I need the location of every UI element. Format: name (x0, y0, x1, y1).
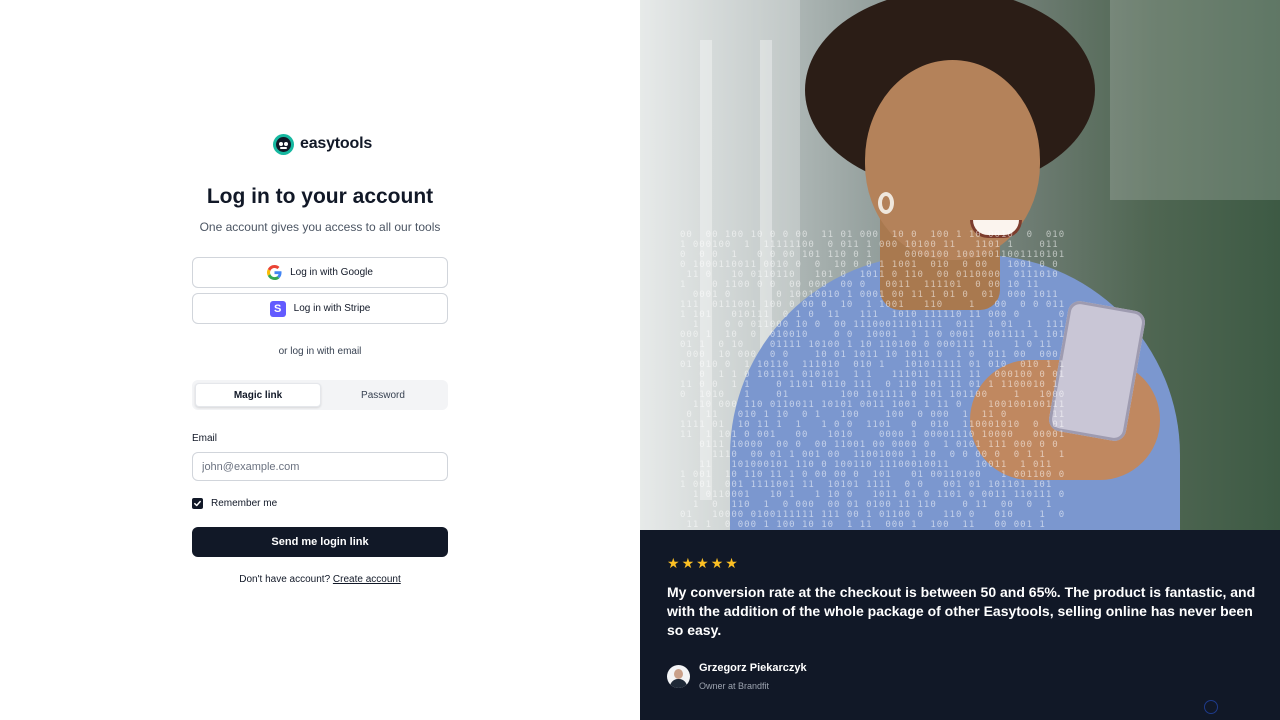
email-field[interactable] (192, 452, 448, 481)
create-account-link[interactable]: Create account (333, 574, 401, 585)
testimonial-author: Grzegorz Piekarczyk Owner at Brandfit (667, 662, 807, 691)
author-role: Owner at Brandfit (699, 681, 770, 691)
author-name: Grzegorz Piekarczyk (699, 662, 807, 674)
tab-password[interactable]: Password (321, 383, 445, 407)
remember-me-checkbox[interactable] (192, 498, 203, 509)
star-icon: ★ (710, 555, 724, 571)
login-method-tabs: Magic link Password (192, 380, 448, 410)
avatar (667, 665, 690, 688)
stripe-login-button[interactable]: S Log in with Stripe (192, 293, 448, 324)
help-widget-icon[interactable] (1204, 700, 1218, 714)
google-login-label: Log in with Google (290, 267, 373, 278)
google-login-button[interactable]: Log in with Google (192, 257, 448, 288)
star-icon: ★ (681, 555, 695, 571)
stripe-login-label: Log in with Stripe (293, 303, 371, 314)
brand-name: easytools (300, 135, 373, 152)
page-subtitle: One account gives you access to all our … (199, 220, 441, 234)
testimonial-panel: 00 00 100 10 0 0 00 11 01 000 10 0 100 1… (640, 0, 1280, 720)
email-label: Email (192, 433, 218, 444)
remember-me: Remember me (192, 498, 277, 509)
page-title: Log in to your account (206, 185, 434, 208)
hero-photo: 00 00 100 10 0 0 00 11 01 000 10 0 100 1… (640, 0, 1280, 530)
binary-pattern-overlay: 00 00 100 10 0 0 00 11 01 000 10 0 100 1… (680, 230, 1066, 530)
testimonial-card: ★ ★ ★ ★ ★ My conversion rate at the checkout… (640, 530, 1280, 720)
email-divider: or log in with email (278, 346, 362, 357)
send-login-link-button[interactable]: Send me login link (192, 527, 448, 557)
testimonial-quote: My conversion rate at the checkout is be… (667, 584, 1256, 638)
signup-prompt-text: Don't have account? (239, 574, 331, 585)
star-icon: ★ (725, 555, 738, 571)
login-panel: easytools Log in to your account One acc… (0, 0, 640, 720)
star-icon: ★ (667, 555, 680, 571)
brand-logo[interactable]: easytools (273, 133, 372, 155)
star-icon: ★ (696, 555, 709, 571)
check-icon (194, 500, 201, 507)
stripe-icon: S (269, 300, 286, 317)
google-icon (267, 265, 282, 280)
rating-stars: ★ ★ ★ ★ ★ (667, 556, 738, 570)
remember-me-label: Remember me (211, 498, 278, 509)
tab-magic-link[interactable]: Magic link (195, 383, 321, 407)
easytools-logo-icon (273, 133, 294, 155)
signup-prompt: Don't have account? Create account (0, 574, 640, 585)
